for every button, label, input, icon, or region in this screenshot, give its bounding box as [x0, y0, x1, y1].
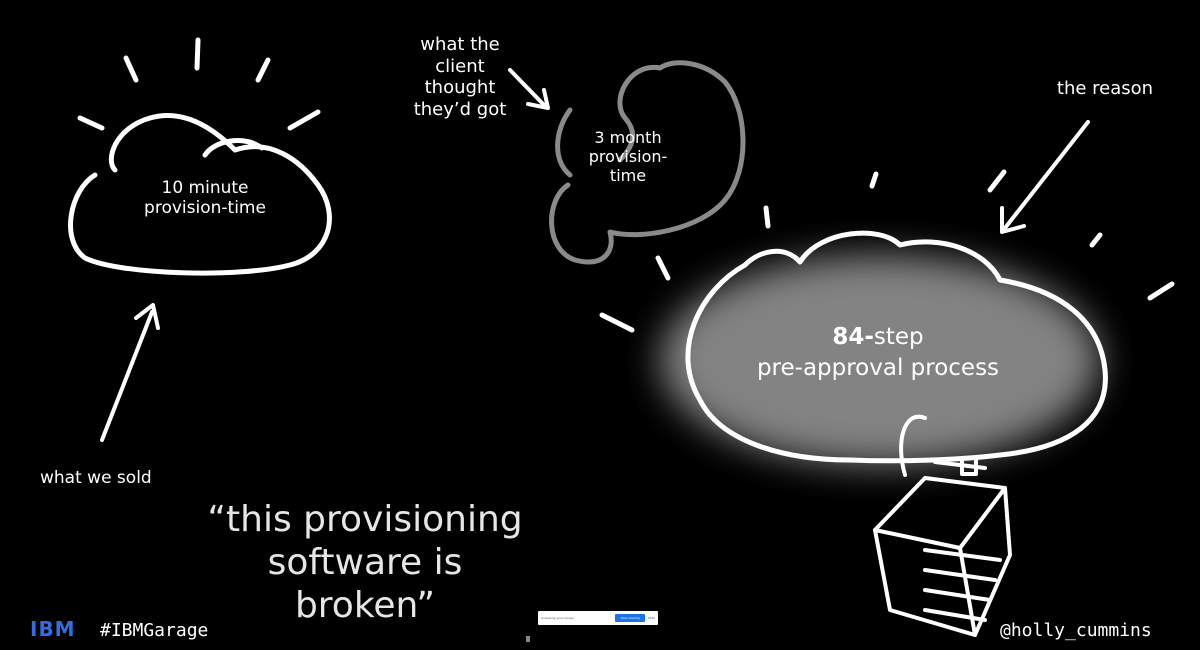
- mouse-cursor-icon: [526, 636, 530, 642]
- stop-sharing-button[interactable]: Stop sharing: [615, 614, 646, 622]
- hashtag-label: #IBMGarage: [100, 620, 209, 641]
- left-cloud-line2: provision-time: [144, 198, 266, 219]
- quote-line2: software is broken”: [267, 542, 463, 627]
- middle-cloud-line2: provision-: [588, 147, 668, 167]
- left-cloud-label: 10 minute provision-time: [130, 178, 280, 219]
- middle-cloud-label: 3 month provision- time: [568, 128, 688, 186]
- sun-rays-left: [77, 37, 321, 131]
- ibm-logo: IBM: [30, 617, 76, 641]
- right-cloud-step: step: [873, 324, 924, 350]
- right-cloud-line2: pre-approval process: [756, 355, 1000, 382]
- client-thought-line3: thought: [424, 77, 496, 99]
- left-cloud-line1: 10 minute: [161, 178, 249, 198]
- middle-cloud-line3: time: [609, 166, 647, 186]
- arrow-the-reason: [1000, 120, 1090, 234]
- client-thought-line4: they’d got: [413, 98, 507, 120]
- hide-button[interactable]: Hide: [648, 616, 655, 620]
- right-cloud-label: 84-step pre-approval process: [728, 322, 1028, 384]
- right-cloud-line1: 84-step: [728, 322, 1028, 353]
- client-thought-line1: what the: [420, 34, 500, 55]
- arrow-what-we-sold: [100, 303, 160, 442]
- the-reason-label: the reason: [1056, 78, 1154, 99]
- right-cloud-bold: 84-: [832, 324, 874, 350]
- share-status-text: is sharing your screen: [541, 616, 575, 620]
- middle-cloud-line1: 3 month: [594, 128, 662, 147]
- client-thought-label: what the client thought they’d got: [400, 34, 520, 120]
- client-thought-line2: client: [435, 55, 485, 77]
- screen-share-bar: is sharing your screen Stop sharing Hide: [538, 611, 658, 625]
- quote-text: “this provisioning software is broken”: [195, 498, 535, 628]
- twitter-handle: @holly_cummins: [1000, 620, 1152, 641]
- what-we-sold-label: what we sold: [40, 468, 152, 488]
- quote-line1: “this provisioning: [207, 499, 523, 540]
